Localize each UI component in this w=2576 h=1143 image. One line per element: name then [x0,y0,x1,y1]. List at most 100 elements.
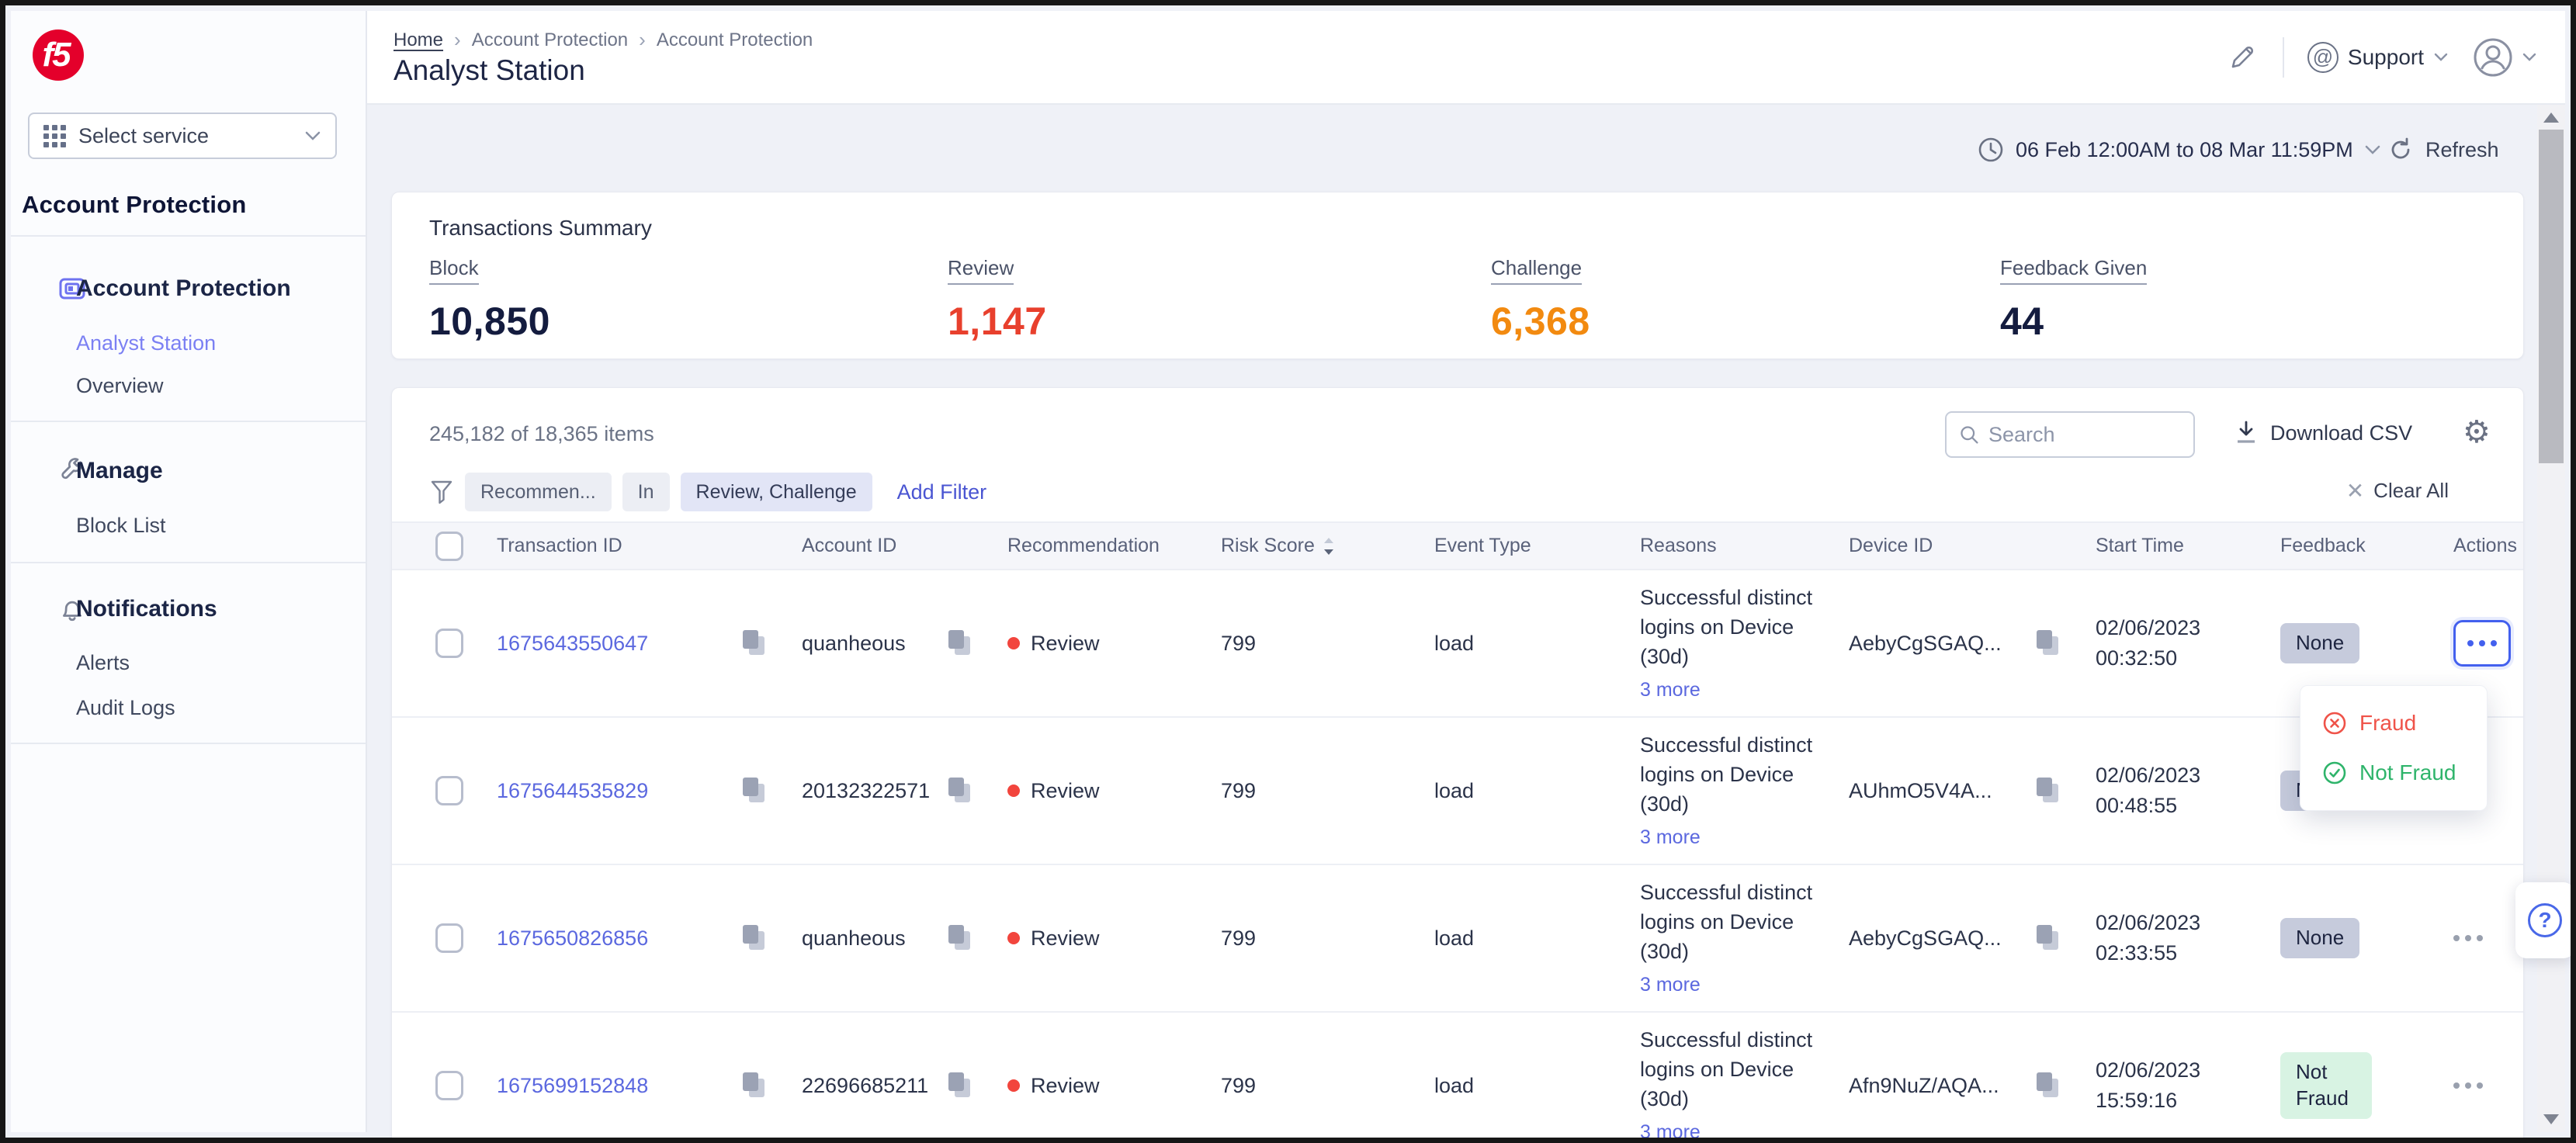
row-checkbox[interactable] [435,776,463,805]
filter-field-chip[interactable]: Recommen... [465,473,612,511]
row-checkbox[interactable] [435,923,463,953]
filter-operator-chip[interactable]: In [622,473,670,511]
copy-icon[interactable] [743,925,766,951]
filter-bar: Recommen... In Review, Challenge Add Fil… [429,472,986,512]
more-reasons-link[interactable]: 3 more [1640,972,1825,999]
copy-icon[interactable] [743,1072,766,1099]
download-csv-button[interactable]: Download CSV [2233,419,2412,447]
stat-value: 6,368 [1491,299,1590,344]
scroll-up-arrow-icon[interactable] [2543,113,2559,123]
search-input[interactable] [1988,423,2181,447]
search-box[interactable] [1945,411,2195,458]
account-protection-icon [34,274,64,303]
sidebar-item-alerts[interactable]: Alerts [76,651,130,675]
ellipsis-icon [2467,640,2497,646]
edit-pencil-icon[interactable] [2225,40,2259,74]
feedback-badge: Not Fraud [2280,1052,2372,1119]
question-mark-icon: ? [2528,903,2562,937]
table-row: 1675650826856 quanheous Review 799 load … [392,865,2523,1013]
download-icon [2233,419,2259,447]
stat-label[interactable]: Challenge [1491,256,1582,285]
help-button[interactable]: ? [2515,882,2574,958]
user-menu[interactable] [2472,36,2537,78]
copy-icon[interactable] [743,778,766,804]
col-event-type: Event Type [1419,535,1624,557]
review-status-dot [1007,785,1020,797]
f5-logo[interactable]: f5 [33,29,84,81]
items-count: 245,182 of 18,365 items [429,422,654,446]
transaction-id-link[interactable]: 1675699152848 [497,1074,648,1098]
event-type: load [1419,927,1624,951]
select-all-checkbox[interactable] [435,532,463,561]
date-range-picker[interactable]: 06 Feb 12:00AM to 08 Mar 11:59PM [1977,131,2381,168]
service-selector[interactable]: Select service [28,113,337,159]
device-id: AebyCgSGAQ... [1849,927,2002,951]
stat-label[interactable]: Review [948,256,1014,285]
refresh-button[interactable]: Refresh [2387,131,2499,168]
sidebar-item-analyst-station[interactable]: Analyst Station [76,331,216,355]
scroll-down-arrow-icon[interactable] [2543,1114,2559,1124]
filter-value-chip[interactable]: Review, Challenge [681,473,872,511]
menu-item-label: Not Fraud [2359,760,2456,785]
row-checkbox[interactable] [435,629,463,658]
stat-block: Block 10,850 [429,256,550,344]
menu-item-fraud[interactable]: Fraud [2300,698,2487,748]
copy-icon[interactable] [2037,778,2060,804]
sidebar-item-overview[interactable]: Overview [76,374,164,398]
col-device-id: Device ID [1833,535,2080,557]
reason-text: Successful distinct logins on Device (30… [1640,881,1812,964]
col-risk-score[interactable]: Risk Score [1205,535,1419,557]
sort-icon [1323,536,1335,556]
transaction-id-link[interactable]: 1675650826856 [497,927,648,951]
breadcrumb: Home › Account Protection › Account Prot… [394,28,813,52]
stat-label[interactable]: Block [429,256,479,285]
scrollbar-thumb[interactable] [2539,130,2564,463]
col-actions: Actions [2438,535,2523,557]
more-reasons-link[interactable]: 3 more [1640,677,1825,705]
copy-icon[interactable] [948,925,972,951]
menu-item-not-fraud[interactable]: Not Fraud [2300,748,2487,798]
copy-icon[interactable] [948,630,972,656]
nav-section-manage[interactable]: Manage [11,448,366,494]
transaction-id-link[interactable]: 1675644535829 [497,779,648,803]
support-menu[interactable]: @ Support [2307,42,2449,73]
stat-label[interactable]: Feedback Given [2000,256,2147,285]
add-filter-button[interactable]: Add Filter [897,480,987,504]
vertical-scrollbar[interactable] [2537,105,2565,1132]
copy-icon[interactable] [948,778,972,804]
copy-icon[interactable] [743,630,766,656]
clear-all-button[interactable]: ✕ Clear All [2346,478,2449,504]
device-id: AebyCgSGAQ... [1849,632,2002,656]
more-reasons-link[interactable]: 3 more [1640,824,1825,852]
row-checkbox[interactable] [435,1071,463,1100]
row-actions-button[interactable] [2453,935,2483,941]
row-actions-button[interactable] [2453,620,2511,667]
sidebar-item-audit-logs[interactable]: Audit Logs [76,696,175,720]
more-reasons-link[interactable]: 3 more [1640,1119,1825,1143]
risk-score: 799 [1205,779,1419,803]
col-transaction-id: Transaction ID [481,535,786,557]
copy-icon[interactable] [2037,925,2060,951]
row-actions-button[interactable] [2453,1082,2483,1089]
nav-section-account-protection[interactable]: Account Protection [11,265,366,312]
divider [2283,37,2284,78]
recommendation: Review [1031,927,1100,951]
copy-icon[interactable] [2037,630,2060,656]
copy-icon[interactable] [948,1072,972,1099]
event-type: load [1419,632,1624,656]
copy-icon[interactable] [2037,1072,2060,1099]
topbar: Home › Account Protection › Account Prot… [367,11,2565,105]
nav-section-label: Notifications [76,596,217,622]
transaction-id-link[interactable]: 1675643550647 [497,632,648,656]
stat-value: 10,850 [429,299,550,344]
table-settings-gear-icon[interactable]: ⚙ [2463,414,2491,450]
nav-section-notifications[interactable]: Notifications [11,586,366,632]
nav-section-label: Manage [76,458,163,484]
service-selector-label: Select service [78,124,304,148]
start-time: 15:59:16 [2096,1089,2177,1112]
clear-x-icon: ✕ [2346,478,2364,504]
breadcrumb-home-link[interactable]: Home [394,29,443,51]
breadcrumb-crumb[interactable]: Account Protection [472,29,628,51]
sidebar-item-block-list[interactable]: Block List [76,514,166,538]
stat-value: 44 [2000,299,2147,344]
